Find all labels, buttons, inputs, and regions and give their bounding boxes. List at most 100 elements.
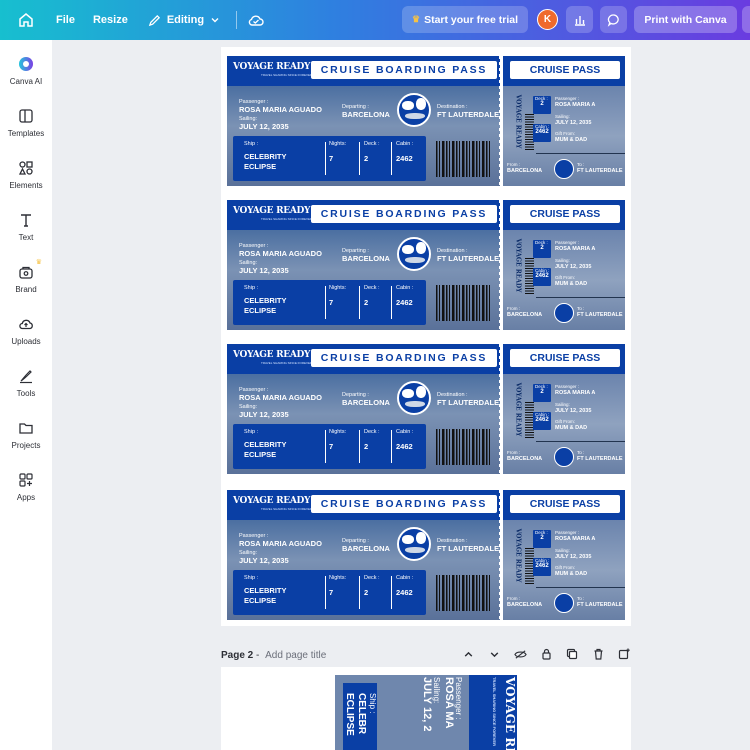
bar-chart-icon xyxy=(574,15,585,26)
editing-mode-dropdown[interactable]: Editing xyxy=(148,14,220,27)
page-actions xyxy=(461,647,631,661)
start-free-trial-button[interactable]: ♛ Start your free trial xyxy=(402,6,528,33)
templates-icon xyxy=(17,107,35,125)
passenger-value: ROSA MARIA AGUADO xyxy=(239,393,322,402)
stub-passenger-value: ROSA MARIA A xyxy=(555,390,596,396)
departing-value: BARCELONA xyxy=(342,254,390,263)
boarding-pass[interactable]: VOYAGE READY TRAVEL SHARING SINCE FOREVE… xyxy=(227,344,625,474)
to-value: FT LAUTERDALE xyxy=(577,312,623,318)
ticket-title: CRUISE BOARDING PASS xyxy=(311,495,497,513)
resize-button[interactable]: Resize xyxy=(93,14,128,26)
lock-icon[interactable] xyxy=(539,647,553,661)
add-page-title[interactable]: Add page title xyxy=(265,650,326,661)
ship-value-line2: ECLIPSE xyxy=(244,450,277,459)
top-toolbar: File Resize Editing ♛ Start your free tr… xyxy=(0,0,750,40)
ship-value-line1: CELEBRITY xyxy=(244,440,287,449)
barcode xyxy=(436,141,492,177)
file-menu[interactable]: File xyxy=(56,14,75,26)
ticket-stub: CRUISE PASS VOYAGE READY Deck : 2 Cabin … xyxy=(503,490,625,620)
print-with-canva-button[interactable]: Print with Canva xyxy=(634,6,737,33)
add-page-icon[interactable] xyxy=(617,647,631,661)
trash-icon[interactable] xyxy=(591,647,605,661)
ticket-title: CRUISE BOARDING PASS xyxy=(311,61,497,79)
gift-label: Gift From: xyxy=(555,419,575,424)
divider xyxy=(325,142,326,175)
boarding-pass[interactable]: VOYAGE READY TRAVEL SHARING SINCE FOREVE… xyxy=(227,490,625,620)
ticket-title: CRUISE BOARDING PASS xyxy=(311,349,497,367)
design-page-2[interactable]: VOYAGE RE TRAVEL SHARING SINCE FOREVER P… xyxy=(221,667,631,750)
gift-label: Gift From: xyxy=(555,565,575,570)
chevron-down-icon[interactable] xyxy=(487,647,501,661)
from-label: From : xyxy=(507,450,520,455)
left-sidebar: Canva AI Templates Elements Text ♛ Brand… xyxy=(0,40,52,750)
brand-tagline: TRAVEL SHARING SINCE FOREVER xyxy=(261,217,313,221)
sidebar-item-uploads[interactable]: Uploads xyxy=(0,315,52,346)
share-button-edge[interactable] xyxy=(742,6,750,33)
ticket-header: VOYAGE READY TRAVEL SHARING SINCE FOREVE… xyxy=(227,200,500,230)
departing-value: BARCELONA xyxy=(342,398,390,407)
passenger-value: ROSA MARIA AGUADO xyxy=(239,105,322,114)
home-icon[interactable] xyxy=(14,8,38,32)
stub-globe-icon xyxy=(554,593,574,613)
stub-divider xyxy=(536,153,625,154)
sidebar-item-canva-ai[interactable]: Canva AI xyxy=(0,55,52,86)
destination-value: FT LAUTERDALE xyxy=(437,110,500,119)
deck-value: 2 xyxy=(364,442,369,451)
stub-deck-box: Deck : 2 xyxy=(533,384,551,402)
sidebar-item-text[interactable]: Text xyxy=(0,211,52,242)
sidebar-item-tools[interactable]: Tools xyxy=(0,367,52,398)
chevron-down-icon xyxy=(211,18,219,23)
rotated-ticket-header: VOYAGE RE TRAVEL SHARING SINCE FOREVER xyxy=(469,675,517,750)
stub-title: CRUISE PASS xyxy=(510,495,620,513)
ship-value-line2: ECLIPSE xyxy=(244,162,277,171)
stub-sailing-label: Sailing: xyxy=(555,548,570,553)
editing-label: Editing xyxy=(166,14,205,26)
boarding-pass[interactable]: VOYAGE READY TRAVEL SHARING SINCE FOREVE… xyxy=(227,200,625,330)
cabin-value: 2462 xyxy=(396,298,413,307)
stub-title: CRUISE PASS xyxy=(510,349,620,367)
pencil-icon xyxy=(148,14,160,26)
trial-label: Start your free trial xyxy=(424,13,519,26)
nights-value: 7 xyxy=(329,154,334,163)
ticket-main: VOYAGE READY TRAVEL SHARING SINCE FOREVE… xyxy=(227,490,500,620)
deck-value: 2 xyxy=(364,298,369,307)
destination-value: FT LAUTERDALE xyxy=(437,398,500,407)
stub-globe-icon xyxy=(554,303,574,323)
sidebar-item-elements[interactable]: Elements xyxy=(0,159,52,190)
sidebar-item-brand[interactable]: ♛ Brand xyxy=(0,259,52,294)
departing-value: BARCELONA xyxy=(342,110,390,119)
divider xyxy=(359,286,360,319)
barcode xyxy=(436,429,492,465)
to-value: FT LAUTERDALE xyxy=(577,456,623,462)
elements-icon xyxy=(17,159,35,177)
hide-page-icon[interactable] xyxy=(513,647,527,661)
to-value: FT LAUTERDALE xyxy=(577,602,623,608)
gift-value: MUM & DAD xyxy=(555,425,588,431)
uploads-icon xyxy=(17,315,35,333)
deck-label: Deck : xyxy=(364,285,380,291)
passenger-value: ROSA MARIA AGUADO xyxy=(239,539,322,548)
deck-value: 2 xyxy=(364,154,369,163)
sidebar-item-templates[interactable]: Templates xyxy=(0,107,52,138)
ship-value-line1: CELEBRITY xyxy=(244,296,287,305)
to-label: To : xyxy=(577,306,585,311)
gift-value: MUM & DAD xyxy=(555,571,588,577)
p2-ship2: ECLIPSE xyxy=(344,693,355,736)
stub-cabin-value: 2462 xyxy=(535,563,549,569)
cabin-label: Cabin : xyxy=(396,575,414,581)
insights-button[interactable] xyxy=(566,6,593,33)
stub-brand-vertical: VOYAGE READY xyxy=(514,528,522,583)
avatar[interactable]: K xyxy=(537,9,558,30)
cloud-saved-icon[interactable] xyxy=(247,13,265,27)
boarding-pass[interactable]: VOYAGE READY TRAVEL SHARING SINCE FOREVE… xyxy=(227,56,625,186)
stub-deck-value: 2 xyxy=(540,245,544,251)
p2-ship1: CELEBR xyxy=(356,693,367,735)
comments-button[interactable] xyxy=(600,6,627,33)
to-label: To : xyxy=(577,450,585,455)
stub-cabin-value: 2462 xyxy=(535,417,549,423)
sidebar-item-apps[interactable]: Apps xyxy=(0,471,52,502)
chevron-up-icon[interactable] xyxy=(461,647,475,661)
duplicate-page-icon[interactable] xyxy=(565,647,579,661)
sidebar-item-projects[interactable]: Projects xyxy=(0,419,52,450)
from-value: BARCELONA xyxy=(507,456,543,462)
